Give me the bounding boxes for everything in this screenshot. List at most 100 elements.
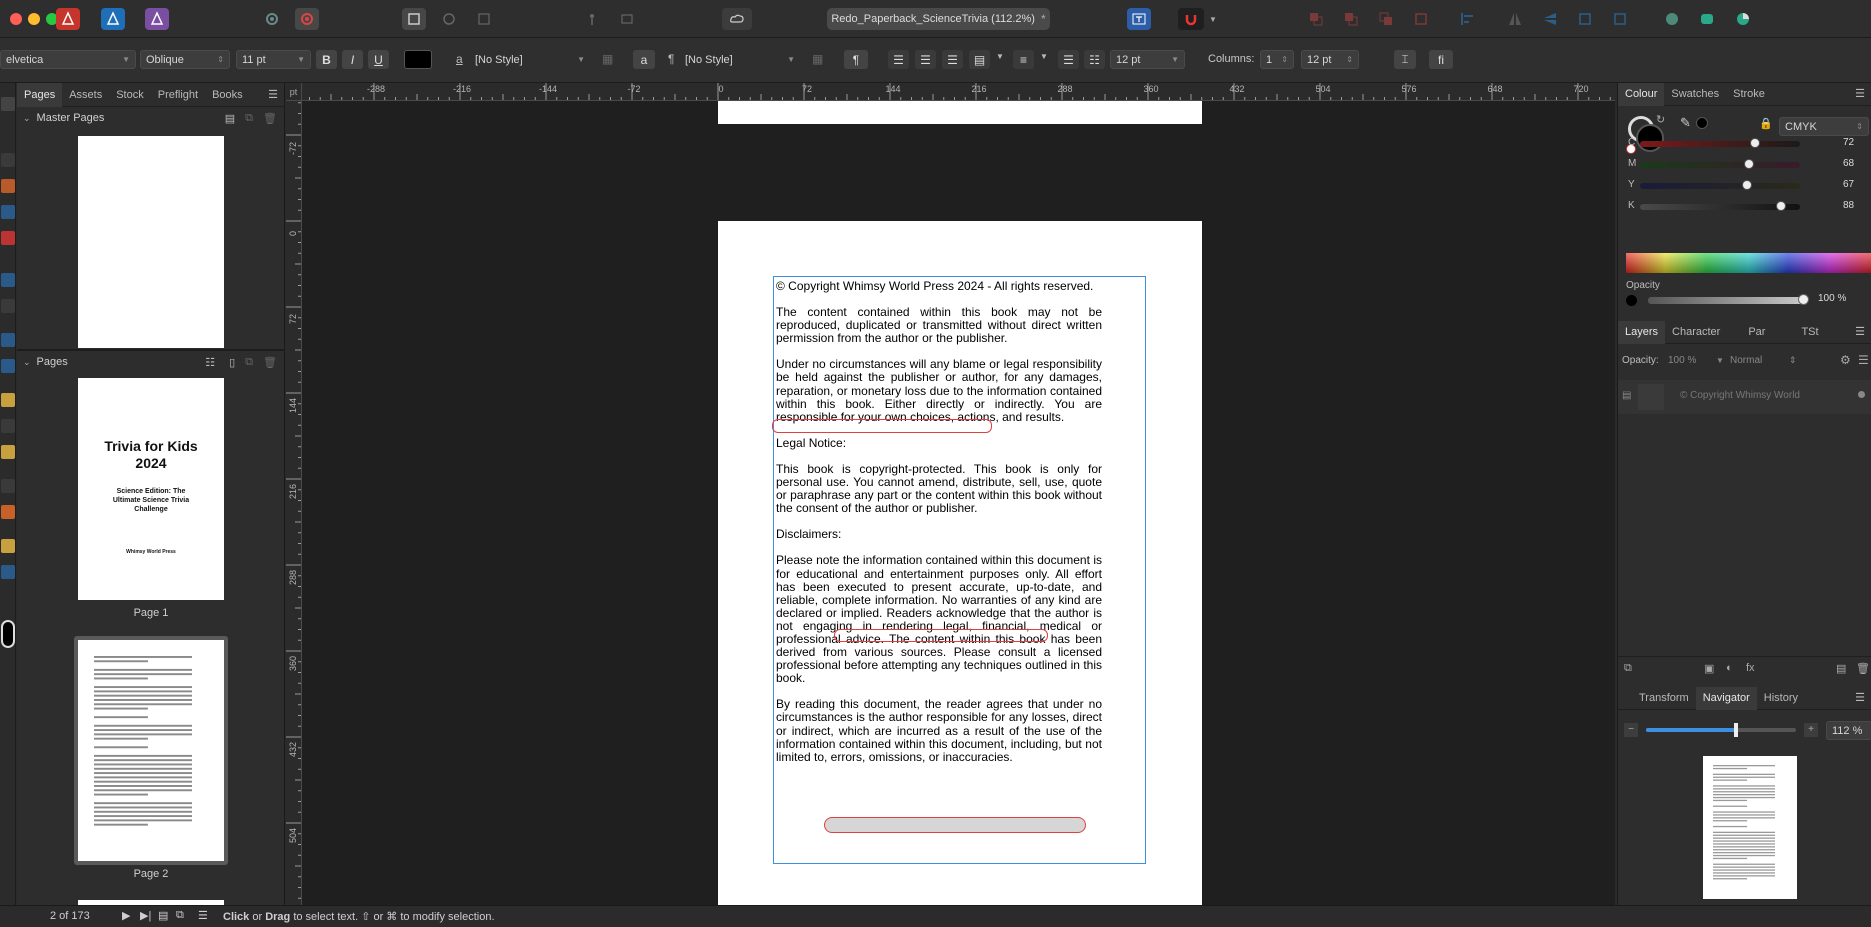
pages-header[interactable]: ⌄ Pages ☷ ▯ ⧉ 🗑 bbox=[17, 351, 285, 373]
cmyk-slider-value[interactable]: 67 bbox=[1843, 179, 1854, 190]
legal-notice-paragraph[interactable]: This book is copyright-protected. This b… bbox=[776, 462, 1102, 515]
cmyk-slider-track[interactable] bbox=[1640, 201, 1800, 211]
spread-view-icon[interactable]: ⧉ bbox=[176, 909, 184, 922]
cmyk-slider-knob[interactable] bbox=[1743, 159, 1754, 169]
rotate-left-button[interactable] bbox=[1573, 8, 1597, 30]
cmyk-slider-knob[interactable] bbox=[1742, 180, 1753, 190]
blend-mode-value[interactable]: Normal bbox=[1730, 355, 1762, 366]
preferences-gear-button[interactable] bbox=[295, 8, 319, 30]
bullet-list-button[interactable]: ☰ bbox=[1058, 50, 1079, 69]
panel-menu-icon[interactable]: ☰ bbox=[261, 83, 285, 107]
settings-gear-button[interactable] bbox=[260, 8, 284, 30]
copyright-paragraph[interactable]: © Copyright Whimsy World Press 2024 - Al… bbox=[776, 279, 1102, 293]
agreement-paragraph[interactable]: By reading this document, the reader agr… bbox=[776, 698, 1102, 764]
disclaimers-paragraph[interactable]: Please note the information contained wi… bbox=[776, 554, 1102, 685]
view-mode-button[interactable] bbox=[402, 8, 426, 30]
tab-stroke[interactable]: Stroke bbox=[1726, 83, 1772, 106]
legal-notice-heading[interactable]: Legal Notice: bbox=[776, 436, 1102, 450]
image-tool-icon[interactable] bbox=[1, 359, 15, 373]
delete-page-icon[interactable]: 🗑 bbox=[263, 356, 277, 369]
zoom-field[interactable]: 112 % bbox=[1826, 721, 1871, 740]
layer-visibility-dot[interactable] bbox=[1858, 391, 1865, 398]
paragraph-style-manage-icon[interactable]: ▦ bbox=[812, 52, 823, 66]
snapping-options-dropdown[interactable]: ▼ bbox=[1207, 8, 1219, 30]
leading-field[interactable]: 12 pt ▼ bbox=[1110, 50, 1185, 69]
paragraph-style-dropdown[interactable]: [No Style] ▼ bbox=[680, 50, 800, 69]
cmyk-slider-k[interactable]: K 88 bbox=[1618, 200, 1871, 214]
tab-books[interactable]: Books bbox=[205, 83, 250, 107]
shape-tool-icon[interactable] bbox=[1, 273, 15, 287]
page-view-icon[interactable]: ▤ bbox=[158, 909, 168, 922]
duplicate-master-icon[interactable]: ⧉ bbox=[245, 112, 253, 125]
cmyk-slider-track[interactable] bbox=[1640, 138, 1800, 148]
color-picker-tool-icon[interactable] bbox=[1, 505, 15, 519]
document-canvas[interactable]: © Copyright Whimsy World Press 2024 - Al… bbox=[302, 101, 1615, 905]
vertical-align-chevron-icon[interactable]: ▼ bbox=[1040, 52, 1048, 61]
text-fill-color-swatch[interactable] bbox=[404, 50, 432, 69]
master-page-thumbnail[interactable] bbox=[78, 136, 224, 348]
bleed-button[interactable] bbox=[472, 8, 496, 30]
zoom-out-button[interactable]: − bbox=[1624, 723, 1638, 737]
last-page-icon[interactable]: ▶| bbox=[140, 909, 151, 922]
add-fx-icon[interactable]: fx bbox=[1746, 662, 1755, 674]
text-frame-button[interactable] bbox=[1127, 8, 1151, 30]
cmyk-slider-c[interactable]: C 72 bbox=[1618, 137, 1871, 151]
flip-horizontal-button[interactable] bbox=[1503, 8, 1527, 30]
tab-navigator[interactable]: Navigator bbox=[1695, 686, 1757, 710]
opacity-slider[interactable] bbox=[1648, 294, 1809, 305]
align-left-button[interactable] bbox=[1456, 8, 1480, 30]
vertical-ruler[interactable]: -72072144216288360432504576 bbox=[286, 101, 302, 905]
arrange-front-button[interactable] bbox=[1409, 8, 1433, 30]
italic-button[interactable]: I bbox=[342, 50, 363, 69]
cmyk-slider-track[interactable] bbox=[1640, 180, 1800, 190]
photo-persona-button[interactable] bbox=[145, 8, 169, 30]
add-layer-icon[interactable]: ▤ bbox=[1836, 662, 1846, 675]
text-frame[interactable]: © Copyright Whimsy World Press 2024 - Al… bbox=[772, 276, 1146, 864]
zoom-tool-icon[interactable] bbox=[1, 565, 15, 579]
zoom-slider-knob[interactable] bbox=[1734, 723, 1738, 737]
panel-menu-icon[interactable]: ☰ bbox=[1848, 687, 1871, 710]
arrange-back-button[interactable] bbox=[1304, 8, 1328, 30]
rotate-right-button[interactable] bbox=[1608, 8, 1632, 30]
cmyk-slider-track[interactable] bbox=[1640, 159, 1800, 169]
justify-options-chevron-icon[interactable]: ▼ bbox=[996, 52, 1004, 61]
show-special-characters-button[interactable]: ¶ bbox=[844, 50, 868, 69]
arrange-backward-button[interactable] bbox=[1339, 8, 1363, 30]
tab-character[interactable]: Character bbox=[1665, 321, 1727, 344]
fill-tool-icon[interactable] bbox=[1, 393, 15, 407]
zoom-slider[interactable] bbox=[1646, 723, 1796, 737]
text-frame-options-button[interactable]: ⌶ bbox=[1394, 50, 1416, 69]
pencil-tool-icon[interactable] bbox=[1, 445, 15, 459]
page-counter[interactable]: 2 of 173 bbox=[50, 910, 90, 922]
paragraph-text-style-button[interactable]: a bbox=[633, 50, 655, 69]
cmyk-slider-value[interactable]: 68 bbox=[1843, 158, 1854, 169]
vertical-align-button[interactable]: ≡ bbox=[1013, 50, 1034, 69]
hand-tool-icon[interactable] bbox=[1, 539, 15, 553]
share-button[interactable] bbox=[1731, 8, 1755, 30]
bold-button[interactable]: B bbox=[316, 50, 337, 69]
add-pixel-layer-icon[interactable]: ▣ bbox=[1704, 662, 1714, 675]
close-window-button[interactable] bbox=[10, 13, 22, 25]
tab-paragraph[interactable]: Par bbox=[1741, 321, 1772, 344]
reproduction-paragraph[interactable]: The content contained within this book m… bbox=[776, 305, 1102, 345]
panel-menu-icon[interactable]: ☰ bbox=[1858, 353, 1869, 367]
tab-preflight[interactable]: Preflight bbox=[151, 83, 205, 107]
swap-colours-icon[interactable]: ↻ bbox=[1656, 113, 1665, 126]
cmyk-slider-y[interactable]: Y 67 bbox=[1618, 179, 1871, 193]
tab-history[interactable]: History bbox=[1757, 687, 1805, 710]
insert-page-icon[interactable]: ▯ bbox=[229, 356, 235, 369]
liability-paragraph[interactable]: Under no circumstances will any blame or… bbox=[776, 358, 1102, 424]
navigator-preview[interactable] bbox=[1703, 756, 1797, 899]
sampled-colour-well[interactable] bbox=[1696, 117, 1708, 129]
flip-vertical-button[interactable] bbox=[1538, 8, 1562, 30]
layers-opacity-value[interactable]: 100 % bbox=[1668, 355, 1696, 366]
align-left-text-button[interactable]: ☰ bbox=[888, 50, 909, 69]
body-text[interactable]: © Copyright Whimsy World Press 2024 - Al… bbox=[776, 279, 1102, 777]
ruler-unit[interactable]: pt bbox=[286, 83, 302, 101]
columns-field[interactable]: 1 ⇕ bbox=[1260, 50, 1294, 69]
tab-colour[interactable]: Colour bbox=[1618, 82, 1665, 106]
cmyk-slider-knob[interactable] bbox=[1750, 138, 1761, 148]
character-style-manage-icon[interactable]: ▦ bbox=[602, 52, 613, 66]
move-tool-icon[interactable] bbox=[1, 97, 15, 111]
lock-icon[interactable]: 🔒 bbox=[1759, 117, 1773, 130]
